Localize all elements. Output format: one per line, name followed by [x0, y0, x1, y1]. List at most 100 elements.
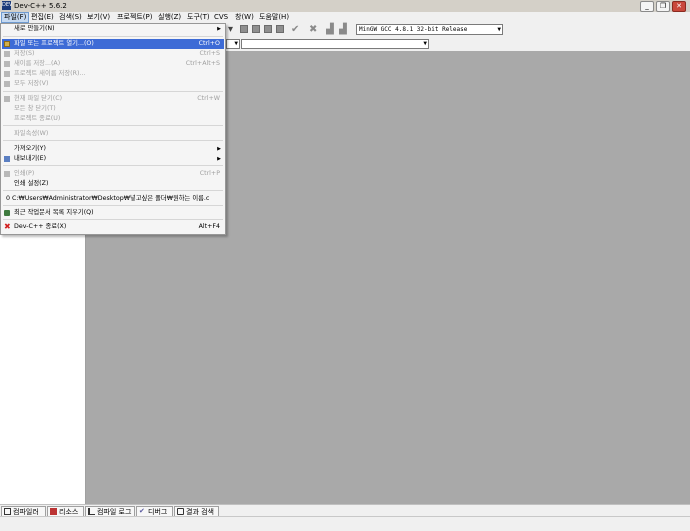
submenu-arrow-icon: ▶	[217, 156, 221, 162]
menu-item-label: 내보내기(E)	[14, 155, 47, 162]
menu-execute[interactable]: 실행(Z)	[156, 12, 183, 23]
compile-icon[interactable]	[240, 25, 248, 33]
save-all-icon	[4, 81, 10, 87]
tab-label: 컴파일 로그	[97, 508, 132, 516]
chevron-down-icon: ▼	[423, 40, 427, 47]
file-menu: 새로 만들기(N) ▶ 파일 또는 프로젝트 열기...(O) Ctrl+O 저…	[0, 23, 226, 235]
menu-item-label: 가져오기(Y)	[14, 145, 46, 152]
dropdown-arrow-icon[interactable]: ▾	[228, 24, 233, 36]
chart-icon	[88, 508, 95, 515]
menu-item-label: 인쇄 설정(Z)	[14, 180, 49, 187]
check-syntax-icon[interactable]: ✔	[291, 24, 299, 36]
menu-project[interactable]: 프로젝트(P)	[115, 12, 154, 23]
check-icon: ✔	[139, 507, 145, 515]
menu-separator	[3, 205, 223, 206]
menu-item-close[interactable]: 현재 파일 닫기(C) Ctrl+W	[2, 94, 224, 104]
menu-item-shortcut: Ctrl+W	[197, 95, 220, 102]
menu-item-save-as[interactable]: 새이름 저장...(A) Ctrl+Alt+S	[2, 59, 224, 69]
trash-icon	[4, 210, 10, 216]
save-as-icon	[4, 61, 10, 67]
menu-help[interactable]: 도움말(H)	[257, 12, 291, 23]
window-title: Dev-C++ 5.6.2	[14, 2, 67, 10]
debug-icon[interactable]: ▟	[339, 24, 347, 36]
menu-item-save-all[interactable]: 모두 저장(V)	[2, 79, 224, 89]
menu-item-save-project-as[interactable]: 프로젝트 새이름 저장(R)...	[2, 69, 224, 79]
menu-item-close-all[interactable]: 모든 창 닫기(T)	[2, 104, 224, 114]
menu-item-label: 파일 또는 프로젝트 열기...(O)	[14, 40, 94, 47]
close-file-icon	[4, 96, 10, 102]
menu-item-shortcut: Ctrl+Alt+S	[185, 60, 220, 67]
menu-item-label: 0 C:₩Users₩Administrator₩Desktop₩넣고싶은 폴더…	[6, 195, 210, 202]
menu-item-label: 인쇄(P)	[14, 170, 35, 177]
tab-label: 디버그	[148, 508, 168, 516]
save-project-icon	[4, 71, 10, 77]
menu-item-save[interactable]: 저장(S) Ctrl+S	[2, 49, 224, 59]
rebuild-icon[interactable]	[276, 25, 284, 33]
export-icon	[4, 156, 10, 162]
menu-separator	[3, 140, 223, 141]
menu-separator	[3, 125, 223, 126]
menu-cvs[interactable]: CVS	[212, 12, 230, 23]
menu-item-print[interactable]: 인쇄(P) Ctrl+P	[2, 169, 224, 179]
menu-item-label: 프로젝트 종료(U)	[14, 115, 61, 122]
menu-window[interactable]: 창(W)	[233, 12, 256, 23]
menu-separator	[3, 165, 223, 166]
compiler-select[interactable]: MinGW GCC 4.8.1 32-bit Release ▼	[356, 24, 503, 35]
menu-item-label: 파일속성(W)	[14, 130, 49, 137]
find-icon	[177, 508, 184, 515]
compiler-select-value: MinGW GCC 4.8.1 32-bit Release	[359, 26, 468, 33]
menu-item-label: 최근 작업문서 목록 지우기(Q)	[14, 209, 94, 216]
tab-label: 컴파일러	[13, 508, 39, 516]
tab-find-results[interactable]: 결과 검색	[174, 506, 219, 516]
menu-search[interactable]: 검색(S)	[57, 12, 84, 23]
open-folder-icon	[4, 41, 10, 47]
tab-compiler[interactable]: 컴파일러	[1, 506, 46, 516]
menu-item-label: 새로 만들기(N)	[14, 25, 55, 32]
menu-item-shortcut: Ctrl+O	[198, 40, 220, 47]
menu-item-export[interactable]: 내보내기(E) ▶	[2, 154, 224, 164]
close-button[interactable]: ✕	[672, 1, 686, 12]
print-icon	[4, 171, 10, 177]
menu-item-print-setup[interactable]: 인쇄 설정(Z)	[2, 179, 224, 189]
menu-item-properties[interactable]: 파일속성(W)	[2, 129, 224, 139]
minimize-button[interactable]: _	[640, 1, 654, 12]
tab-compile-log[interactable]: 컴파일 로그	[85, 506, 135, 516]
run-icon[interactable]	[252, 25, 260, 33]
chevron-down-icon: ▼	[497, 26, 501, 33]
tab-resources[interactable]: 리소스	[47, 506, 84, 516]
menu-item-label: 모두 저장(V)	[14, 80, 49, 87]
menu-separator	[3, 36, 223, 37]
class-select[interactable]: ▼	[226, 39, 240, 49]
menu-item-label: Dev-C++ 종료(X)	[14, 223, 67, 230]
restore-button[interactable]: ❐	[656, 1, 670, 12]
menu-item-label: 프로젝트 새이름 저장(R)...	[14, 70, 86, 77]
menu-item-import[interactable]: 가져오기(Y) ▶	[2, 144, 224, 154]
menu-item-open[interactable]: 파일 또는 프로젝트 열기...(O) Ctrl+O	[2, 39, 224, 49]
menu-item-label: 현재 파일 닫기(C)	[14, 95, 63, 102]
menu-item-exit[interactable]: ✖ Dev-C++ 종료(X) Alt+F4	[2, 222, 224, 232]
tab-label: 리소스	[59, 508, 79, 516]
menu-item-new[interactable]: 새로 만들기(N) ▶	[2, 24, 224, 34]
compile-run-icon[interactable]	[264, 25, 272, 33]
menu-item-label: 모든 창 닫기(T)	[14, 105, 56, 112]
menu-item-shortcut: Ctrl+S	[199, 50, 220, 57]
menu-edit[interactable]: 편집(E)	[29, 12, 56, 23]
member-select[interactable]: ▼	[241, 39, 429, 49]
tab-debug[interactable]: ✔ 디버그	[136, 506, 173, 516]
profile-icon[interactable]: ▟	[326, 24, 334, 36]
menu-tools[interactable]: 도구(T)	[185, 12, 212, 23]
save-icon	[4, 51, 10, 57]
menu-separator	[3, 190, 223, 191]
resource-icon	[50, 508, 57, 515]
stop-icon[interactable]: ✖	[309, 24, 317, 36]
menu-item-clear-recent[interactable]: 최근 작업문서 목록 지우기(Q)	[2, 208, 224, 218]
menu-item-close-project[interactable]: 프로젝트 종료(U)	[2, 114, 224, 124]
menu-item-label: 저장(S)	[14, 50, 35, 57]
menu-view[interactable]: 보기(V)	[85, 12, 112, 23]
submenu-arrow-icon: ▶	[217, 26, 221, 32]
chevron-down-icon: ▼	[234, 40, 238, 47]
tab-label: 결과 검색	[186, 508, 214, 516]
app-icon: DEV	[2, 1, 13, 10]
menu-item-recent-file[interactable]: 0 C:₩Users₩Administrator₩Desktop₩넣고싶은 폴더…	[2, 194, 224, 204]
menu-file[interactable]: 파일(F)	[1, 12, 30, 23]
